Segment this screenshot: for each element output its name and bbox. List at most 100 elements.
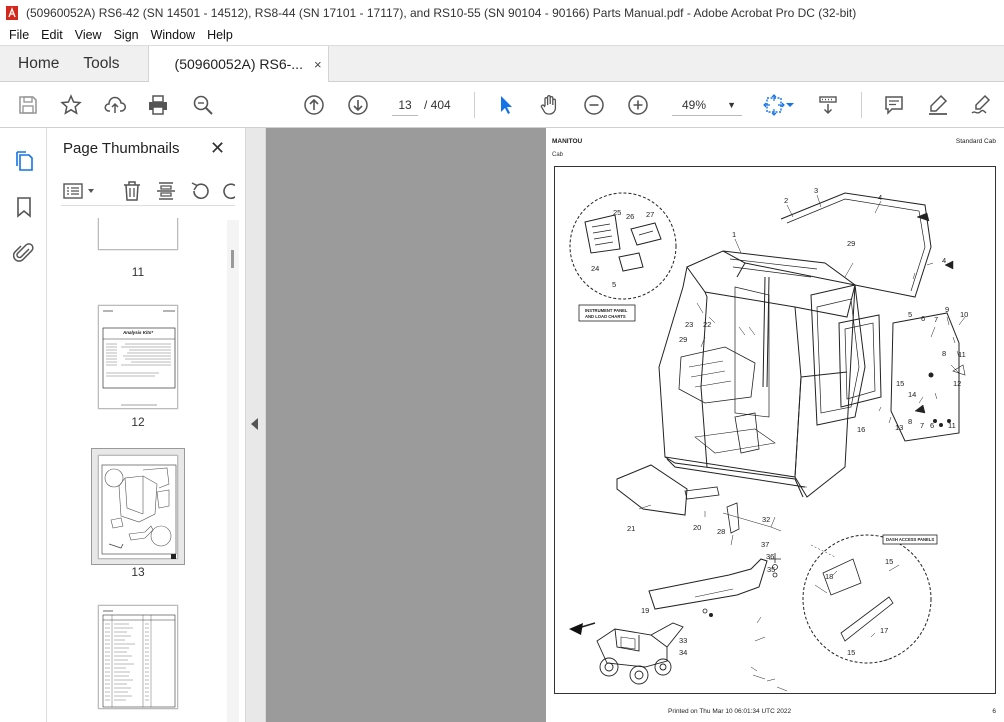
print-icon[interactable] — [146, 93, 170, 117]
callout-number: 1 — [732, 230, 736, 239]
callout-number: 5 — [908, 310, 912, 319]
page-header-brand: MANITOU — [552, 138, 583, 145]
callout-number: 7 — [934, 315, 938, 324]
instrument-panel-label-1: INSTRUMENT PANEL — [585, 308, 628, 313]
attachments-paperclip-icon[interactable] — [12, 242, 35, 264]
menu-help[interactable]: Help — [201, 26, 239, 45]
callout-number: 28 — [717, 527, 725, 536]
page-total: / 404 — [424, 98, 451, 112]
callout-number: 7 — [920, 421, 924, 430]
callout-number: 6 — [921, 314, 925, 323]
callout-number: 4 — [878, 193, 882, 202]
rotate-clockwise-icon[interactable] — [221, 180, 235, 202]
title-bar: (50960052A) RS6-42 (SN 14501 - 14512), R… — [0, 0, 1004, 26]
thumbnail-list: 11 Analysis Kits* 12 13 — [61, 218, 235, 722]
callout-number: 29 — [679, 335, 687, 344]
panel-collapse-strip[interactable] — [245, 128, 266, 722]
toolbar-divider — [474, 92, 475, 118]
close-tab-icon[interactable]: × — [314, 57, 322, 72]
menu-file[interactable]: File — [3, 26, 35, 45]
thumbnail-scrollbar[interactable] — [227, 220, 239, 722]
tab-home[interactable]: Home — [0, 46, 71, 81]
menu-bar: File Edit View Sign Window Help — [0, 26, 1004, 45]
thumbnail-label: 13 — [131, 565, 145, 579]
pdf-page: MANITOU Cab Standard Cab INSTRUMENT PANE… — [546, 128, 1004, 722]
thumbnail-page-14[interactable] — [98, 605, 178, 709]
thumbnail-toolbar — [61, 178, 235, 206]
callout-number: 6 — [930, 421, 934, 430]
callout-number: 15 — [847, 648, 855, 657]
tab-bar: Home Tools (50960052A) RS6-... × — [0, 45, 1004, 82]
callout-number: 37 — [761, 540, 769, 549]
thumbnail-page-12[interactable]: Analysis Kits* — [98, 305, 178, 409]
callout-number: 12 — [953, 379, 961, 388]
thumbnail-options-icon[interactable] — [63, 180, 97, 202]
fit-options-chevron-icon[interactable] — [784, 93, 796, 117]
window-title: (50960052A) RS6-42 (SN 14501 - 14512), R… — [26, 6, 857, 20]
delete-page-icon[interactable] — [121, 180, 143, 202]
callout-number: 18 — [825, 572, 833, 581]
zoom-in-icon[interactable] — [626, 93, 650, 117]
page-thumbnails-icon[interactable] — [13, 150, 35, 172]
menu-view[interactable]: View — [69, 26, 108, 45]
extract-pages-icon[interactable] — [155, 180, 177, 202]
page-number-input[interactable]: 13 — [392, 94, 418, 116]
zoom-search-icon[interactable] — [191, 93, 215, 117]
callout-number: 32 — [762, 515, 770, 524]
fit-page-icon[interactable] — [762, 93, 786, 117]
dash-access-label: DASH ACCESS PANELS — [886, 537, 934, 542]
callout-number: 10 — [960, 310, 968, 319]
thumbnail-label: 12 — [131, 415, 145, 429]
callout-number: 15 — [896, 379, 904, 388]
select-pointer-icon[interactable] — [494, 93, 518, 117]
hand-tool-icon[interactable] — [538, 93, 562, 117]
scrolling-mode-icon[interactable] — [816, 93, 840, 117]
callout-number: 4 — [942, 256, 946, 265]
previous-page-icon[interactable] — [302, 93, 326, 117]
bookmarks-icon[interactable] — [13, 196, 35, 218]
callout-number: 11 — [948, 421, 956, 430]
collapse-panel-arrow-icon[interactable] — [251, 418, 258, 430]
page-thumbnails-panel: Page Thumbnails ✕ 11 Analysis Kits* 12 1… — [47, 128, 245, 722]
draw-sign-icon[interactable] — [969, 93, 993, 117]
thumbnail-scrollbar-thumb[interactable] — [231, 250, 234, 268]
document-viewer[interactable]: MANITOU Cab Standard Cab INSTRUMENT PANE… — [266, 128, 1004, 722]
zoom-out-icon[interactable] — [582, 93, 606, 117]
callout-number: 11 — [958, 350, 966, 359]
save-icon[interactable] — [16, 93, 40, 117]
bookmark-star-icon[interactable] — [59, 93, 83, 117]
comment-icon[interactable] — [882, 93, 906, 117]
page-footer-number: 6 — [992, 708, 996, 715]
menu-edit[interactable]: Edit — [35, 26, 69, 45]
callout-number: 5 — [612, 280, 616, 289]
next-page-icon[interactable] — [346, 93, 370, 117]
toolbar-divider — [861, 92, 862, 118]
callout-number: 22 — [703, 320, 711, 329]
tab-tools[interactable]: Tools — [71, 46, 149, 81]
thumbnail-label: 11 — [131, 265, 145, 279]
callout-number: 2 — [784, 196, 788, 205]
thumbnail-page-11[interactable] — [98, 218, 178, 250]
menu-window[interactable]: Window — [145, 26, 201, 45]
callout-number: 8 — [942, 349, 946, 358]
callout-number: 34 — [679, 648, 687, 657]
close-panel-icon[interactable]: ✕ — [210, 138, 225, 159]
chevron-down-icon: ▼ — [727, 100, 736, 110]
callout-number: 29 — [847, 239, 855, 248]
highlight-pen-icon[interactable] — [926, 93, 950, 117]
menu-sign[interactable]: Sign — [108, 26, 145, 45]
callout-number: 3 — [814, 186, 818, 195]
callout-number: 27 — [646, 210, 654, 219]
rotate-counterclockwise-icon[interactable] — [189, 180, 211, 202]
callout-number: 15 — [885, 557, 893, 566]
panel-title: Page Thumbnails — [63, 140, 180, 157]
upload-cloud-icon[interactable] — [103, 93, 127, 117]
zoom-level-select[interactable]: 49% ▼ — [672, 94, 742, 116]
callout-number: 24 — [591, 264, 599, 273]
zoom-level-value: 49% — [682, 98, 707, 112]
callout-number: 25 — [613, 208, 621, 217]
callout-number: 8 — [908, 417, 912, 426]
thumbnail-page-13[interactable] — [98, 455, 178, 559]
tab-document[interactable]: (50960052A) RS6-... × — [148, 46, 329, 82]
callout-number: 13 — [895, 423, 903, 432]
